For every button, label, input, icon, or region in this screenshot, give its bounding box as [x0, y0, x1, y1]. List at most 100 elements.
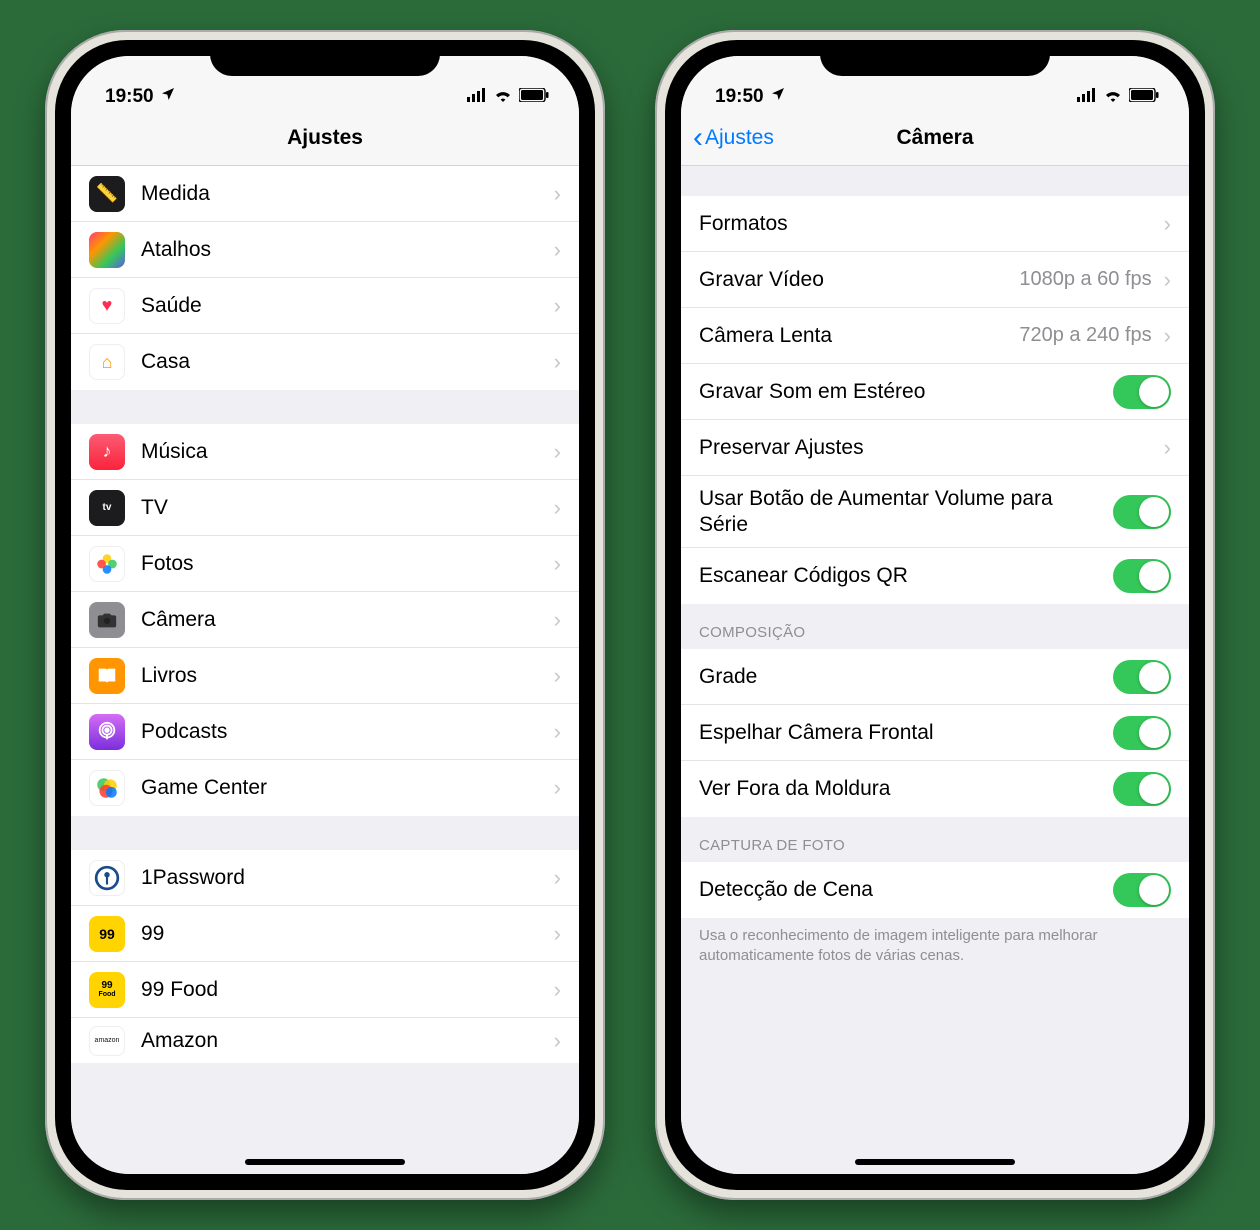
row-value: 1080p a 60 fps	[1019, 268, 1151, 291]
row-camera[interactable]: Câmera ›	[71, 592, 579, 648]
row-label: Formatos	[699, 201, 1160, 246]
camera-settings[interactable]: Formatos › Gravar Vídeo 1080p a 60 fps ›…	[681, 166, 1189, 1174]
row-label: Câmera	[141, 597, 550, 642]
row-label: Escanear Códigos QR	[699, 553, 1113, 598]
location-arrow-icon	[160, 86, 176, 108]
row-livros[interactable]: Livros ›	[71, 648, 579, 704]
toggle-volume-serie[interactable]	[1113, 495, 1171, 529]
screen-right: 19:50	[681, 56, 1189, 1174]
chevron-right-icon: ›	[1164, 435, 1171, 461]
health-icon: ♥	[89, 288, 125, 324]
status-time: 19:50	[105, 86, 154, 108]
bezel: 19:50 Ajust	[55, 40, 595, 1190]
99-icon: 99	[89, 916, 125, 952]
chevron-right-icon: ›	[554, 607, 561, 633]
cellular-icon	[1077, 86, 1097, 108]
row-label: Fotos	[141, 541, 550, 586]
row-fotos[interactable]: Fotos ›	[71, 536, 579, 592]
toggle-escanear-qr[interactable]	[1113, 559, 1171, 593]
row-label: Usar Botão de Aumentar Volume para Série	[699, 476, 1113, 546]
navbar-title: Ajustes	[287, 126, 363, 150]
home-indicator[interactable]	[245, 1159, 405, 1165]
back-label: Ajustes	[705, 126, 774, 150]
row-espelhar-frontal: Espelhar Câmera Frontal	[681, 705, 1189, 761]
row-amazon[interactable]: amazon Amazon ›	[71, 1018, 579, 1063]
row-casa[interactable]: ⌂ Casa ›	[71, 334, 579, 390]
chevron-right-icon: ›	[554, 865, 561, 891]
battery-full-icon	[1129, 86, 1159, 108]
navbar-title: Câmera	[896, 126, 973, 150]
status-time: 19:50	[715, 86, 764, 108]
toggle-som-estereo[interactable]	[1113, 375, 1171, 409]
row-label: 99	[141, 911, 550, 956]
chevron-right-icon: ›	[1164, 267, 1171, 293]
row-label: Detecção de Cena	[699, 867, 1113, 912]
row-ver-fora-moldura: Ver Fora da Moldura	[681, 761, 1189, 817]
chevron-right-icon: ›	[554, 349, 561, 375]
row-1password[interactable]: 1Password ›	[71, 850, 579, 906]
toggle-espelhar-frontal[interactable]	[1113, 716, 1171, 750]
chevron-right-icon: ›	[554, 921, 561, 947]
chevron-right-icon: ›	[554, 551, 561, 577]
notch	[210, 40, 440, 76]
row-label: Espelhar Câmera Frontal	[699, 710, 1113, 755]
books-icon	[89, 658, 125, 694]
wifi-icon	[1103, 86, 1123, 108]
row-label: 1Password	[141, 855, 550, 900]
row-saude[interactable]: ♥ Saúde ›	[71, 278, 579, 334]
chevron-right-icon: ›	[1164, 211, 1171, 237]
row-preservar-ajustes[interactable]: Preservar Ajustes ›	[681, 420, 1189, 476]
podcasts-icon	[89, 714, 125, 750]
row-formatos[interactable]: Formatos ›	[681, 196, 1189, 252]
row-label: Música	[141, 429, 550, 474]
phone-right: 19:50	[655, 30, 1215, 1200]
row-label: Gravar Vídeo	[699, 257, 1019, 302]
tv-icon: tv	[89, 490, 125, 526]
shortcuts-icon	[89, 232, 125, 268]
screen-left: 19:50 Ajust	[71, 56, 579, 1174]
row-atalhos[interactable]: Atalhos ›	[71, 222, 579, 278]
row-label: Saúde	[141, 283, 550, 328]
row-value: 720p a 240 fps	[1019, 324, 1151, 347]
amazon-icon: amazon	[89, 1026, 125, 1056]
row-label: Grade	[699, 654, 1113, 699]
toggle-ver-fora-moldura[interactable]	[1113, 772, 1171, 806]
row-medida[interactable]: 📏 Medida ›	[71, 166, 579, 222]
row-label: TV	[141, 485, 550, 530]
row-tv[interactable]: tv TV ›	[71, 480, 579, 536]
home-icon: ⌂	[89, 344, 125, 380]
chevron-right-icon: ›	[554, 181, 561, 207]
row-99food[interactable]: 99Food 99 Food ›	[71, 962, 579, 1018]
section-footer-captura: Usa o reconhecimento de imagem inteligen…	[681, 918, 1189, 979]
section-header-composicao: COMPOSIÇÃO	[681, 604, 1189, 649]
measure-icon: 📏	[89, 176, 125, 212]
music-icon: ♪	[89, 434, 125, 470]
row-99[interactable]: 99 99 ›	[71, 906, 579, 962]
row-gamecenter[interactable]: Game Center ›	[71, 760, 579, 816]
toggle-deteccao-cena[interactable]	[1113, 873, 1171, 907]
99food-icon: 99Food	[89, 972, 125, 1008]
wifi-icon	[493, 86, 513, 108]
home-indicator[interactable]	[855, 1159, 1015, 1165]
row-label: 99 Food	[141, 967, 550, 1012]
bezel: 19:50	[665, 40, 1205, 1190]
back-button[interactable]: ‹ Ajustes	[693, 121, 774, 155]
row-label: Medida	[141, 171, 550, 216]
row-label: Podcasts	[141, 709, 550, 754]
row-label: Gravar Som em Estéreo	[699, 369, 1113, 414]
cellular-icon	[467, 86, 487, 108]
settings-list[interactable]: 📏 Medida › Atalhos › ♥ Saúde ›	[71, 166, 579, 1174]
section-header-captura: CAPTURA DE FOTO	[681, 817, 1189, 862]
battery-full-icon	[519, 86, 549, 108]
row-podcasts[interactable]: Podcasts ›	[71, 704, 579, 760]
gamecenter-icon	[89, 770, 125, 806]
row-gravar-video[interactable]: Gravar Vídeo 1080p a 60 fps ›	[681, 252, 1189, 308]
row-label: Livros	[141, 653, 550, 698]
row-camera-lenta[interactable]: Câmera Lenta 720p a 240 fps ›	[681, 308, 1189, 364]
photos-icon	[89, 546, 125, 582]
row-label: Preservar Ajustes	[699, 425, 1160, 470]
row-musica[interactable]: ♪ Música ›	[71, 424, 579, 480]
toggle-grade[interactable]	[1113, 660, 1171, 694]
navbar-settings: Ajustes	[71, 110, 579, 166]
camera-icon	[89, 602, 125, 638]
